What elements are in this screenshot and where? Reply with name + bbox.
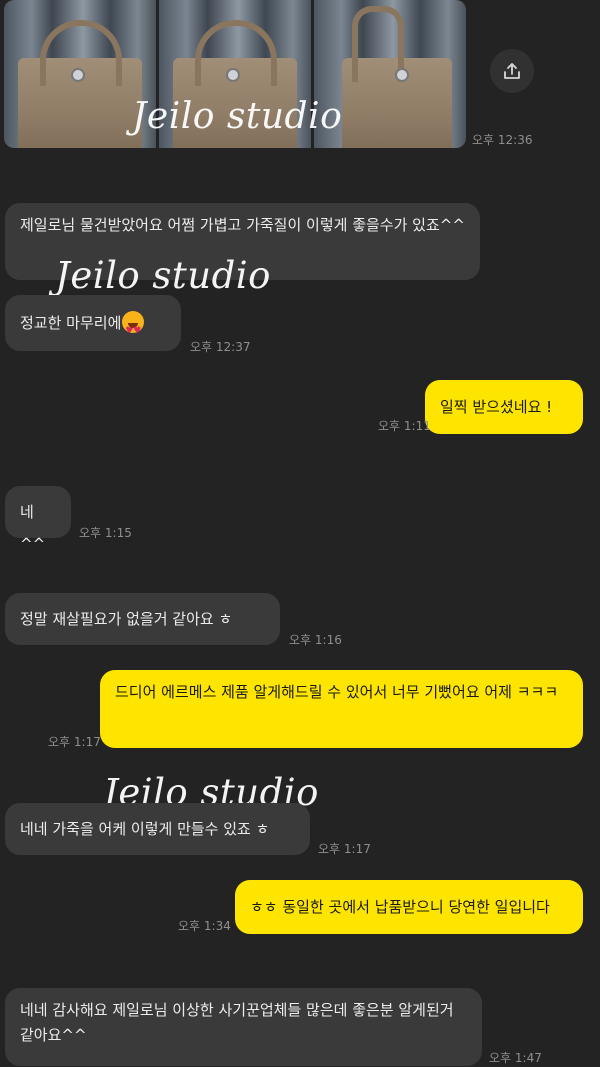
share-icon [504, 63, 520, 79]
message-bubble[interactable]: 정말 재살필요가 없을거 같아요 ㅎ [5, 593, 280, 645]
message-text: 정교한 마무리에 [20, 314, 122, 332]
message-time: 오후 1:17 [318, 842, 371, 856]
message-bubble[interactable]: 네네 가죽을 어케 이렇게 만들수 있죠 ㅎ [5, 803, 310, 855]
message-time: 오후 12:36 [472, 133, 533, 147]
message-text: 네네 가죽을 어케 이렇게 만들수 있죠 ㅎ [20, 820, 270, 838]
message-bubble[interactable]: 드디어 에르메스 제품 알게해드릴 수 있어서 너무 기뻤어요 어제 ㅋㅋㅋ [100, 670, 583, 748]
message-bubble[interactable]: 네네 감사해요 제일로님 이상한 사기꾼업체들 많은데 좋은분 알게된거 같아요… [5, 988, 482, 1066]
message-time: 오후 1:15 [79, 526, 132, 540]
message-time: 오후 12:37 [190, 340, 251, 354]
message-bubble[interactable]: 네^^ [5, 486, 71, 553]
watermark: Jeilo studio [55, 254, 271, 297]
message-time: 오후 1:17 [48, 735, 101, 749]
message-text: 드디어 에르메스 제품 알게해드릴 수 있어서 너무 기뻤어요 어제 ㅋㅋㅋ [115, 683, 559, 701]
message-time: 오후 1:34 [178, 919, 231, 933]
message-text: 네네 감사해요 제일로님 이상한 사기꾼업체들 많은데 좋은분 알게된거 같아요… [20, 1001, 454, 1044]
heart-eyes-emoji [122, 311, 145, 349]
message-bubble[interactable]: 일찍 받으셨네요 ! [425, 380, 583, 434]
message-text: ㅎㅎ 동일한 곳에서 납품받으니 당연한 일입니다 [250, 898, 550, 916]
message-bubble[interactable]: 정교한 마무리에 [5, 295, 181, 351]
message-text: 제일로님 물건받았어요 어쩜 가볍고 가죽질이 이렇게 좋을수가 있죠^^ [20, 216, 465, 234]
message-time: 오후 1:11 [378, 419, 431, 433]
message-time: 오후 1:16 [289, 633, 342, 647]
share-button[interactable] [490, 49, 534, 93]
message-time: 오후 1:47 [489, 1051, 542, 1065]
message-bubble[interactable]: ㅎㅎ 동일한 곳에서 납품받으니 당연한 일입니다 [235, 880, 583, 934]
message-text: 정말 재살필요가 없을거 같아요 ㅎ [20, 610, 233, 628]
photo-watermark: Jeilo studio [132, 96, 343, 137]
message-text: 네^^ [20, 503, 46, 553]
message-text: 일찍 받으셨네요 ! [440, 398, 553, 416]
